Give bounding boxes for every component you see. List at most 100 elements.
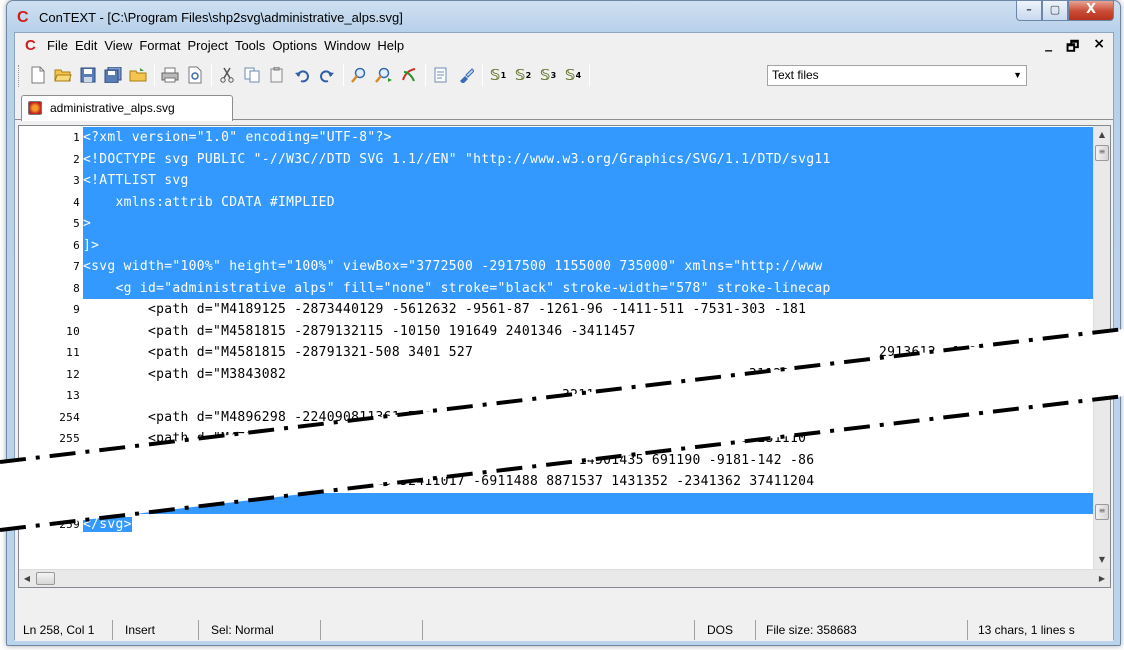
menu-item-window[interactable]: Window: [324, 38, 370, 53]
replace-icon[interactable]: [398, 64, 420, 86]
horizontal-scrollbar[interactable]: ◀ ▶: [19, 569, 1110, 587]
user-exec-1-icon[interactable]: 𝕊1: [487, 64, 509, 86]
vertical-scroll-thumb[interactable]: ≡: [1095, 504, 1109, 520]
line-number: 9: [73, 303, 80, 316]
status-blank-2: [423, 620, 695, 640]
toolbar: 𝕊1 𝕊2 𝕊3 𝕊4 Text files ▼: [15, 59, 1113, 92]
code-text: >: [83, 216, 92, 231]
code-line[interactable]: 258 </g>: [19, 492, 1098, 514]
minimize-button[interactable]: –: [1016, 1, 1042, 21]
menu-item-view[interactable]: View: [104, 38, 132, 53]
user-exec-3-icon[interactable]: 𝕊3: [537, 64, 559, 86]
save-icon[interactable]: [77, 64, 99, 86]
document-menu-icon[interactable]: C: [25, 38, 36, 53]
vertical-scroll-thumb-top[interactable]: ≡: [1095, 145, 1109, 161]
horizontal-scroll-thumb[interactable]: [36, 572, 55, 585]
line-number: 10: [66, 324, 80, 338]
redo-icon[interactable]: [316, 64, 338, 86]
code-line[interactable]: 2 <!DOCTYPE svg PUBLIC "-//W3C//DTD SVG 1…: [19, 148, 1098, 170]
code-text: <path d="M4719532 -23831761-280 -4407122…: [83, 452, 815, 468]
code-line[interactable]: 8 <g id="administrative alps" fill="none…: [19, 277, 1098, 299]
maximize-button[interactable]: ▢: [1042, 1, 1068, 21]
line-number: 258: [59, 496, 80, 510]
open-folder-icon[interactable]: [127, 64, 149, 86]
code-text: <path d="M4719019 -23912581-126 -1990141…: [83, 431, 807, 446]
line-number: 3: [73, 174, 80, 187]
new-file-icon[interactable]: [27, 64, 49, 86]
code-line[interactable]: 255 <path d="M4719019 -23912581-126 -199…: [19, 428, 1098, 450]
menu-item-options[interactable]: Options: [272, 38, 317, 53]
code-line[interactable]: 1 <?xml version="1.0" encoding="UTF-8"?>: [19, 127, 1098, 149]
vertical-scrollbar[interactable]: ▲ ≡ ≡ ▼: [1093, 126, 1110, 569]
scroll-right-arrow-icon[interactable]: ▶: [1094, 570, 1110, 587]
menu-item-edit[interactable]: Edit: [75, 38, 97, 53]
open-file-icon[interactable]: [52, 64, 74, 86]
code-line[interactable]: 10 <path d="M4581815 -2879132115 -10150 …: [19, 321, 1098, 343]
filetype-select[interactable]: Text files ▼: [767, 65, 1027, 86]
menu-item-format[interactable]: Format: [139, 38, 180, 53]
filetype-value: Text files: [772, 68, 819, 82]
line-text: ]>: [83, 234, 1094, 256]
save-all-icon[interactable]: [102, 64, 124, 86]
code-line[interactable]: 4 xmlns:attrib CDATA #IMPLIED: [19, 191, 1098, 213]
line-text: <g id="administrative alps" fill="none" …: [83, 277, 1094, 299]
toolbar-separator: [343, 64, 344, 86]
title-bar[interactable]: C ConTEXT - [C:\Program Files\shp2svg\ad…: [7, 1, 1120, 33]
line-text: >: [83, 213, 1094, 235]
code-line[interactable]: 259 </svg>: [19, 514, 1098, 536]
code-line[interactable]: 256 <path d="M4719532 -23831761-280 -440…: [19, 450, 1098, 472]
print-preview-icon[interactable]: [184, 64, 206, 86]
user-exec-2-icon[interactable]: 𝕊2: [512, 64, 534, 86]
line-text: <!ATTLIST svg: [83, 170, 1094, 192]
status-blank-1: [321, 620, 423, 640]
copy-icon[interactable]: [241, 64, 263, 86]
menu-item-tools[interactable]: Tools: [235, 38, 265, 53]
code-editor[interactable]: 1 <?xml version="1.0" encoding="UTF-8"?> 2…: [18, 125, 1111, 588]
code-text: <path d="M4896298 -224090811361 759187 3…: [83, 409, 815, 425]
line-text: <path d="M4719019 -23912581-126 -1990141…: [83, 428, 1094, 450]
tab-administrative-alps[interactable]: administrative_alps.svg: [21, 95, 233, 121]
code-text: <path d="M3843082: [83, 366, 295, 382]
export-icon[interactable]: [430, 64, 452, 86]
code-line[interactable]: 13 32114421766 2391788 -941410 2221612 36…: [19, 385, 1098, 407]
code-text: <path d="M4189125 -2873440129 -5612632 -…: [83, 302, 807, 317]
code-line[interactable]: 12 <path d="M3843082 311224 -3881354 -32…: [19, 364, 1098, 386]
menu-item-help[interactable]: Help: [377, 38, 404, 53]
window-title: ConTEXT - [C:\Program Files\shp2svg\admi…: [39, 10, 403, 25]
scroll-left-arrow-icon[interactable]: ◀: [19, 570, 35, 587]
code-line[interactable]: 6]>: [19, 234, 1098, 256]
code-line[interactable]: 11 <path d="M4581815 -28791321-508 3401 …: [19, 342, 1098, 364]
find-next-icon[interactable]: [373, 64, 395, 86]
find-icon[interactable]: [348, 64, 370, 86]
user-exec-4-icon[interactable]: 𝕊4: [562, 64, 584, 86]
menu-item-project[interactable]: Project: [187, 38, 227, 53]
menu-item-file[interactable]: File: [47, 38, 68, 53]
line-number: 4: [73, 195, 80, 209]
line-text: </g>: [83, 492, 1094, 514]
user-exec-4-label: 4: [575, 70, 582, 80]
status-bar: Ln 258, Col 1 Insert Sel: Normal DOS Fil…: [15, 619, 1113, 641]
code-line[interactable]: 257 <path d="M4724252 -23705451516 52411…: [19, 471, 1098, 493]
mdi-controls: _ 🗗 ×: [1045, 36, 1105, 60]
mdi-close-button[interactable]: ×: [1093, 36, 1105, 60]
chevron-down-icon[interactable]: ▼: [1013, 66, 1022, 85]
code-line[interactable]: 254 <path d="M4896298 -224090811361 7591…: [19, 407, 1098, 429]
scroll-up-arrow-icon[interactable]: ▲: [1094, 126, 1110, 143]
line-number: 8: [73, 281, 80, 295]
close-button[interactable]: X: [1068, 1, 1114, 21]
code-line[interactable]: 5 >: [19, 213, 1098, 235]
cut-icon[interactable]: [216, 64, 238, 86]
code-line[interactable]: 7 <svg width="100%" height="100%" viewBox…: [19, 256, 1098, 278]
mdi-minimize-button[interactable]: _: [1045, 36, 1052, 60]
undo-icon[interactable]: [291, 64, 313, 86]
line-text: 32114421766 2391788 -941410 2221612 3619…: [83, 385, 1094, 407]
scroll-down-arrow-icon[interactable]: ▼: [1094, 551, 1110, 568]
toolbar-grip[interactable]: [18, 65, 21, 87]
print-icon[interactable]: [159, 64, 181, 86]
paste-icon[interactable]: [266, 64, 288, 86]
line-text: xmlns:attrib CDATA #IMPLIED: [83, 191, 1094, 213]
highlight-icon[interactable]: [455, 64, 477, 86]
mdi-restore-button[interactable]: 🗗: [1066, 36, 1079, 60]
code-line[interactable]: 3 <!ATTLIST svg: [19, 170, 1098, 192]
code-line[interactable]: 9 <path d="M4189125 -2873440129 -5612632…: [19, 299, 1098, 321]
